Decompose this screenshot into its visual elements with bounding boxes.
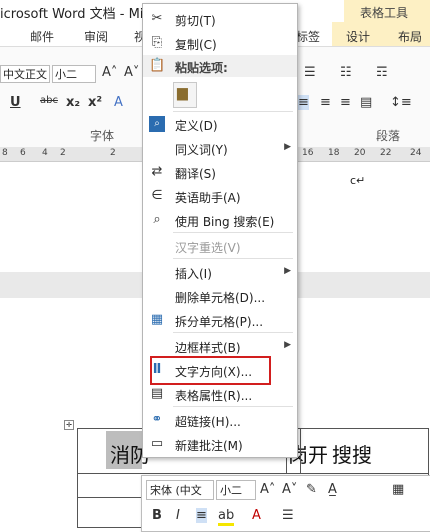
line-spacing-icon[interactable]: ↕≡: [390, 95, 412, 110]
strikethrough-icon[interactable]: abc: [40, 95, 58, 106]
menu-item-cut[interactable]: ✂ 剪切(T): [143, 7, 297, 31]
bullets-icon[interactable]: ☰: [282, 508, 294, 523]
table-tools-label: 表格工具: [360, 6, 409, 20]
styles-icon[interactable]: A̲: [328, 482, 337, 497]
menu-item-insert[interactable]: 插入(I) ▶: [143, 260, 297, 284]
menu-item-english-assistant[interactable]: ∈ 英语助手(A): [143, 184, 297, 208]
menu-item-define[interactable]: ⌕ 定义(D): [143, 112, 297, 136]
copy-icon: ⎘: [151, 35, 163, 50]
clipboard-icon: ▆: [177, 85, 188, 101]
bing-search-icon: ⌕: [153, 212, 161, 227]
menu-item-new-comment[interactable]: ▭ 新建批注(M): [143, 432, 297, 456]
hyperlink-icon: ⚭: [151, 412, 163, 427]
new-comment-icon: ▭: [150, 436, 164, 451]
bold-button[interactable]: B: [152, 508, 162, 523]
paste-icon: 📋: [149, 58, 166, 73]
ruler-tick: 20: [354, 148, 366, 158]
multilevel-list-icon[interactable]: ☶: [376, 65, 388, 80]
insert-table-icon[interactable]: ▦: [392, 482, 404, 497]
bullets-icon[interactable]: ☰: [304, 65, 316, 80]
italic-button[interactable]: I: [176, 508, 180, 523]
context-menu: ✂ 剪切(T) ⎘ 复制(C) 📋 粘贴选项: ▆ ⌕ 定义(D) 同义词(Y)…: [142, 3, 298, 458]
mini-toolbar: 宋体 (中文 小二 A˄ A˅ ✎ A̲ ▦ B I ≡ ab A ☰: [141, 475, 430, 532]
submenu-arrow-icon: ▶: [284, 340, 291, 350]
ruler-tick: 8: [2, 148, 8, 158]
paragraph-mark: c↵: [350, 174, 366, 187]
ruler-tick: 24: [410, 148, 422, 158]
window-title: icrosoft Word 文档 - Mic: [0, 7, 151, 22]
ruler-tick: 4: [42, 148, 48, 158]
ruler-tick: 6: [20, 148, 26, 158]
subscript-icon[interactable]: x₂: [66, 95, 80, 110]
font-size-dropdown[interactable]: 小二: [52, 65, 96, 83]
paste-keep-text-button[interactable]: ▆: [173, 82, 197, 108]
format-painter-icon[interactable]: ✎: [306, 482, 317, 497]
ruler-tick: 16: [302, 148, 314, 158]
table-cell-text: 搜搜: [332, 443, 372, 467]
highlight-color-icon[interactable]: ab: [218, 508, 235, 526]
justify-icon[interactable]: ▤: [360, 95, 372, 110]
align-center-icon[interactable]: ≡: [320, 95, 331, 110]
split-cells-icon: ▦: [150, 312, 164, 327]
highlight-box: [150, 356, 271, 385]
paragraph-group-label: 段落: [376, 129, 401, 143]
shrink-font-icon[interactable]: A˅: [124, 65, 139, 80]
table-properties-icon: ▤: [150, 386, 164, 401]
tab-labels[interactable]: 标签: [296, 28, 320, 45]
mini-font-size-dropdown[interactable]: 小二: [216, 480, 256, 500]
shrink-font-icon[interactable]: A˅: [282, 482, 297, 497]
ruler-tick: 2: [60, 148, 66, 158]
text-effects-icon[interactable]: A: [114, 95, 123, 110]
superscript-icon[interactable]: x²: [88, 95, 102, 110]
menu-item-hyperlink[interactable]: ⚭ 超链接(H)...: [143, 408, 297, 432]
menu-item-translate[interactable]: ⇄ 翻译(S): [143, 160, 297, 184]
align-left-icon[interactable]: ≡: [298, 95, 309, 110]
font-size-value: 小二: [55, 68, 77, 81]
table-tools-header: 表格工具: [344, 0, 430, 22]
submenu-arrow-icon: ▶: [284, 266, 291, 276]
tab-design[interactable]: 设计: [346, 28, 370, 45]
underline-icon[interactable]: U: [10, 95, 21, 110]
align-right-icon[interactable]: ≡: [340, 95, 351, 110]
grow-font-icon[interactable]: A˄: [260, 482, 275, 497]
menu-item-copy[interactable]: ⎘ 复制(C): [143, 31, 297, 55]
tab-layout[interactable]: 布局: [398, 28, 422, 45]
ruler-tick: 22: [380, 148, 392, 158]
menu-item-delete-cells[interactable]: 删除单元格(D)...: [143, 284, 297, 308]
font-color-icon[interactable]: A: [252, 508, 261, 523]
tab-mailings[interactable]: 邮件: [30, 28, 54, 45]
font-group-label: 字体: [90, 129, 115, 143]
menu-item-border-styles[interactable]: 边框样式(B) ▶: [143, 334, 297, 358]
mini-font-name-value: 宋体 (中文: [150, 484, 202, 497]
english-assistant-icon: ∈: [151, 188, 163, 203]
ruler-tick: 18: [328, 148, 340, 158]
table-move-handle[interactable]: ✛: [64, 420, 74, 430]
menu-item-bing-search[interactable]: ⌕ 使用 Bing 搜索(E): [143, 208, 297, 232]
menu-item-hanzi-reselect: 汉字重选(V): [175, 241, 241, 255]
align-center-icon[interactable]: ≡: [196, 508, 207, 523]
submenu-arrow-icon: ▶: [284, 142, 291, 152]
ruler-tick: 2: [110, 148, 116, 158]
menu-item-synonyms[interactable]: 同义词(Y) ▶: [143, 136, 297, 160]
font-name-dropdown[interactable]: 中文正文: [0, 65, 50, 83]
table-tools-tabs: 设计 布局: [332, 22, 430, 46]
tab-review[interactable]: 审阅: [84, 28, 108, 45]
scissors-icon: ✂: [151, 11, 163, 26]
mini-font-name-dropdown[interactable]: 宋体 (中文: [146, 480, 214, 500]
paste-options-header: 📋 粘贴选项:: [143, 55, 297, 77]
numbering-icon[interactable]: ☷: [340, 65, 352, 80]
mini-font-size-value: 小二: [220, 484, 242, 497]
menu-item-split-cells[interactable]: ▦ 拆分单元格(P)...: [143, 308, 297, 332]
menu-item-table-properties[interactable]: ▤ 表格属性(R)...: [143, 382, 297, 406]
grow-font-icon[interactable]: A˄: [102, 65, 117, 80]
translate-icon: ⇄: [151, 164, 163, 179]
define-icon: ⌕: [149, 116, 165, 132]
font-name-value: 中文正文: [3, 68, 47, 81]
